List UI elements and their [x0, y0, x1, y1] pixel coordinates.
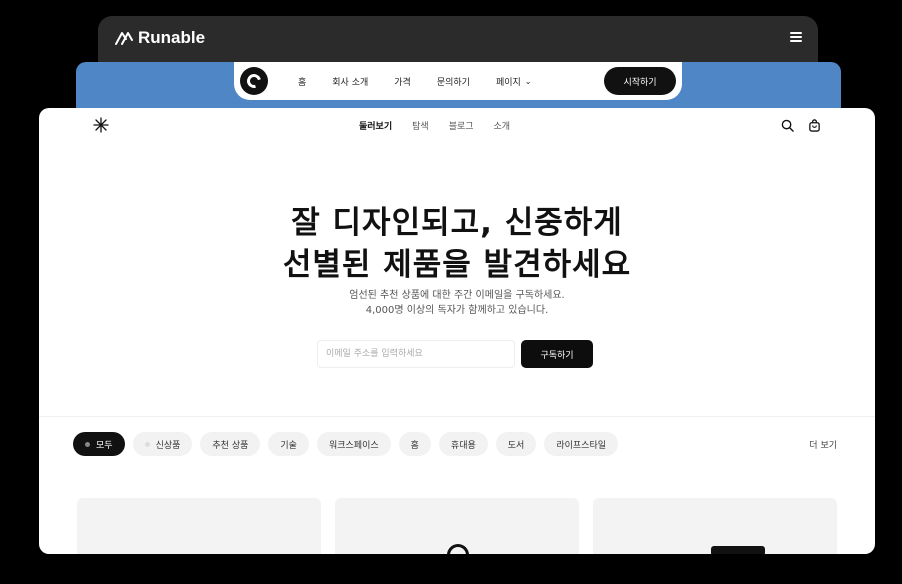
see-more-link[interactable]: 더 보기 [809, 438, 837, 451]
nav-item-pages-label: 페이지 [495, 77, 521, 88]
hero-subtitle: 엄선된 추천 상품에 대한 주간 이메일을 구독하세요. 4,000명 이상의 … [39, 288, 875, 318]
page-topbar: 둘러보기 탐색 블로그 소개 [39, 108, 875, 144]
product-glasses-image [711, 546, 765, 554]
hero-subtitle-line2: 4,000명 이상의 독자가 함께하고 있습니다. [365, 305, 549, 316]
product-bag-image [447, 544, 469, 554]
filter-chip-label: 모두 [96, 440, 113, 451]
product-card[interactable] [77, 498, 321, 554]
page-actions [781, 119, 821, 132]
newsletter-signup: 구독하기 [317, 340, 593, 368]
hero-subtitle-line1: 엄선된 추천 상품에 대한 주간 이메일을 구독하세요. [349, 290, 565, 301]
shop-page-window: 둘러보기 탐색 블로그 소개 잘 디자인되고, 신중하게 선별된 제품을 발견하… [39, 108, 875, 554]
chevron-down-icon: ⌄ [524, 76, 532, 86]
circle-logo-icon[interactable] [240, 67, 268, 95]
search-icon[interactable] [781, 119, 794, 132]
filter-dot-icon [85, 441, 90, 447]
bag-icon[interactable] [808, 119, 821, 132]
filter-chip-label: 신상품 [155, 440, 181, 451]
email-field[interactable] [317, 340, 515, 368]
filter-chip-portable[interactable]: 휴대용 [438, 432, 488, 456]
subscribe-button[interactable]: 구독하기 [521, 340, 593, 368]
filter-chip-tech[interactable]: 기술 [268, 432, 309, 456]
mid-navbar: 홈 회사 소개 가격 문의하기 페이지 ⌄ 시작하기 [234, 62, 682, 100]
filter-chip-books[interactable]: 도서 [495, 432, 537, 456]
nav-item-pages[interactable]: 페이지 ⌄ [496, 75, 532, 88]
nav-item-contact[interactable]: 문의하기 [437, 75, 470, 88]
nav-item-pricing[interactable]: 가격 [394, 75, 411, 88]
filter-chip-workspace[interactable]: 워크스페이스 [316, 432, 391, 456]
filter-dot-icon [144, 441, 150, 447]
section-divider [39, 416, 875, 417]
runable-logo-icon [115, 32, 133, 45]
sparkle-icon[interactable] [93, 117, 109, 133]
filter-chip-new[interactable]: 신상품 [132, 432, 193, 456]
runable-brand[interactable]: Runable [114, 28, 205, 48]
nav-item-about[interactable]: 회사 소개 [332, 75, 368, 88]
page-nav-blog[interactable]: 블로그 [449, 119, 474, 132]
nav-item-home[interactable]: 홈 [298, 75, 306, 88]
hamburger-icon[interactable] [790, 32, 802, 42]
hero-title-line2: 선별된 제품을 발견하세요 [282, 247, 632, 283]
filter-chip-lifestyle[interactable]: 라이프스타일 [544, 432, 619, 456]
product-grid [77, 498, 837, 554]
mid-nav-links: 홈 회사 소개 가격 문의하기 페이지 ⌄ [274, 75, 532, 88]
filter-chip-all[interactable]: 모두 [73, 432, 125, 456]
page-nav-about[interactable]: 소개 [494, 119, 511, 132]
page-nav-browse[interactable]: 둘러보기 [359, 119, 392, 132]
brand-name: Runable [138, 28, 206, 47]
filter-chip-home[interactable]: 홈 [398, 432, 431, 456]
filter-chips: 모두 신상품 추천 상품 기술 워크스페이스 홈 휴대용 도서 라이프스타일 [73, 432, 619, 456]
screenshot-stage: Runable 홈 회사 소개 가격 문의하기 페이지 ⌄ 시작하기 둘러보기 … [0, 0, 902, 584]
product-card[interactable] [335, 498, 579, 554]
filter-chip-featured[interactable]: 추천 상품 [200, 432, 261, 456]
get-started-button[interactable]: 시작하기 [604, 67, 676, 95]
hero-title: 잘 디자인되고, 신중하게 선별된 제품을 발견하세요 [39, 202, 875, 286]
product-card[interactable] [593, 498, 837, 554]
hero-title-line1: 잘 디자인되고, 신중하게 [291, 205, 623, 241]
page-nav: 둘러보기 탐색 블로그 소개 [359, 119, 510, 132]
page-nav-explore[interactable]: 탐색 [412, 119, 429, 132]
